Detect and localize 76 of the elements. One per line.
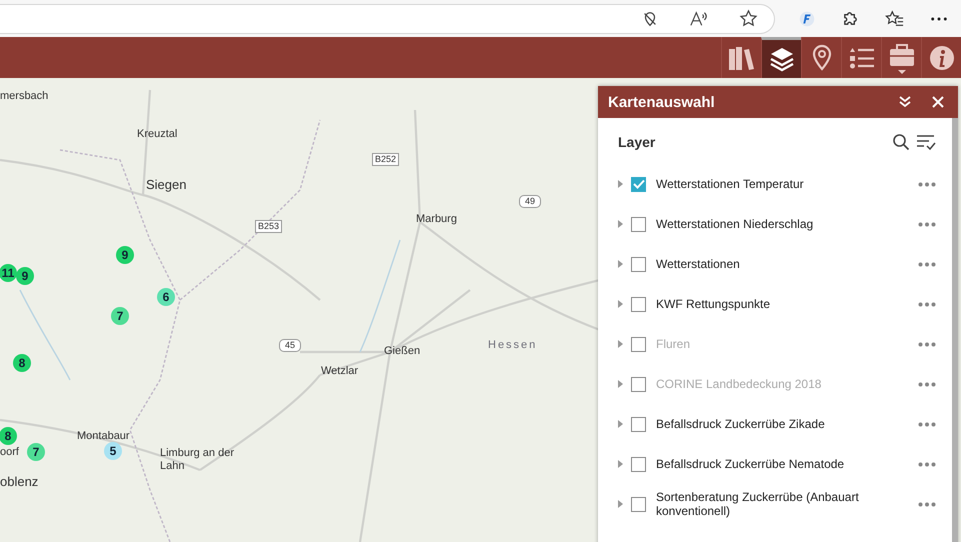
more-options-icon[interactable] (918, 502, 936, 506)
place-label: Kreuztal (137, 128, 178, 141)
station-cluster-marker[interactable]: 9 (16, 267, 34, 285)
scrollbar[interactable] (952, 118, 958, 542)
more-options-icon[interactable] (918, 302, 936, 306)
expand-icon[interactable] (618, 180, 623, 188)
expand-icon[interactable] (618, 420, 623, 428)
station-cluster-marker[interactable]: 6 (157, 288, 175, 306)
close-icon[interactable] (932, 96, 944, 108)
layer-name: Befallsdruck Zuckerrübe Nematode (656, 457, 846, 471)
layer-name: CORINE Landbedeckung 2018 (656, 377, 822, 391)
expand-icon[interactable] (618, 300, 623, 308)
more-options-icon[interactable] (918, 262, 936, 266)
layer-checkbox[interactable] (631, 416, 646, 432)
more-options-icon[interactable] (918, 182, 936, 186)
layer-name: Wetterstationen (656, 257, 741, 271)
expand-icon[interactable] (618, 260, 623, 268)
panel-title: Kartenauswahl (608, 94, 716, 110)
station-cluster-marker[interactable]: 11 (0, 264, 17, 282)
layer-checkbox[interactable] (631, 296, 646, 312)
place-label: Hessen (488, 339, 538, 352)
more-options-icon[interactable] (918, 342, 936, 346)
layer-checkbox[interactable] (631, 456, 646, 472)
more-options-icon[interactable] (918, 382, 936, 386)
layer-name: Sortenberatung Zuckerrübe (Anbauart konventionell) (656, 490, 860, 518)
info-icon (928, 44, 954, 70)
station-cluster-marker[interactable]: 7 (27, 443, 45, 461)
collapse-icon[interactable] (898, 95, 912, 109)
road-shield: B253 (255, 220, 282, 233)
more-options-icon[interactable] (918, 462, 936, 466)
layer-checkbox[interactable] (631, 496, 646, 512)
station-cluster-marker[interactable]: 8 (13, 354, 31, 372)
layer-name: Befallsdruck Zuckerrübe Zikade (656, 417, 826, 431)
station-cluster-marker[interactable]: 8 (0, 427, 17, 445)
layer-checkbox[interactable] (631, 176, 646, 192)
search-icon[interactable] (892, 133, 910, 151)
star-icon[interactable] (739, 9, 758, 28)
place-label: Limburg an der Lahn (160, 447, 235, 473)
place-label: Montabaur (77, 430, 130, 443)
more-options-icon[interactable] (918, 422, 936, 426)
place-label: mersbach (0, 90, 48, 103)
road-shield: 49 (519, 195, 542, 208)
toolbox-icon (888, 42, 916, 74)
layer-checkbox[interactable] (631, 256, 646, 272)
place-label: Wetzlar (321, 365, 358, 378)
layer-name: Fluren (656, 337, 692, 351)
expand-icon[interactable] (618, 460, 623, 468)
filter-icon[interactable] (916, 133, 936, 151)
layer-name: Wetterstationen Temperatur (656, 177, 805, 191)
extension-icon[interactable] (798, 10, 816, 28)
favorites-icon[interactable] (885, 10, 906, 28)
station-cluster-marker[interactable]: 9 (116, 246, 134, 264)
station-cluster-marker[interactable]: 5 (104, 442, 122, 460)
section-heading: Layer (618, 134, 656, 150)
more-icon[interactable] (930, 16, 948, 22)
place-label: oorf (0, 446, 19, 459)
expand-icon[interactable] (618, 340, 623, 348)
expand-icon[interactable] (618, 500, 623, 508)
place-label: Gießen (384, 345, 420, 358)
place-label: Marburg (416, 213, 457, 226)
station-cluster-marker[interactable]: 7 (111, 307, 129, 325)
books-icon (728, 44, 756, 70)
layers-icon (768, 46, 794, 72)
more-options-icon[interactable] (918, 222, 936, 226)
layers-tool-button[interactable] (761, 37, 801, 78)
place-label: Siegen (146, 177, 186, 192)
read-aloud-icon[interactable] (689, 10, 709, 28)
expand-icon[interactable] (618, 380, 623, 388)
road-shield: 45 (279, 339, 302, 352)
layer-name: KWF Rettungspunkte (656, 297, 772, 311)
road-shield: B252 (372, 153, 400, 166)
map-pin-icon (810, 44, 832, 72)
place-label: oblenz (0, 474, 38, 489)
layer-checkbox[interactable] (631, 216, 646, 232)
expand-icon[interactable] (618, 220, 623, 228)
layer-name: Wetterstationen Niederschlag (656, 217, 814, 231)
